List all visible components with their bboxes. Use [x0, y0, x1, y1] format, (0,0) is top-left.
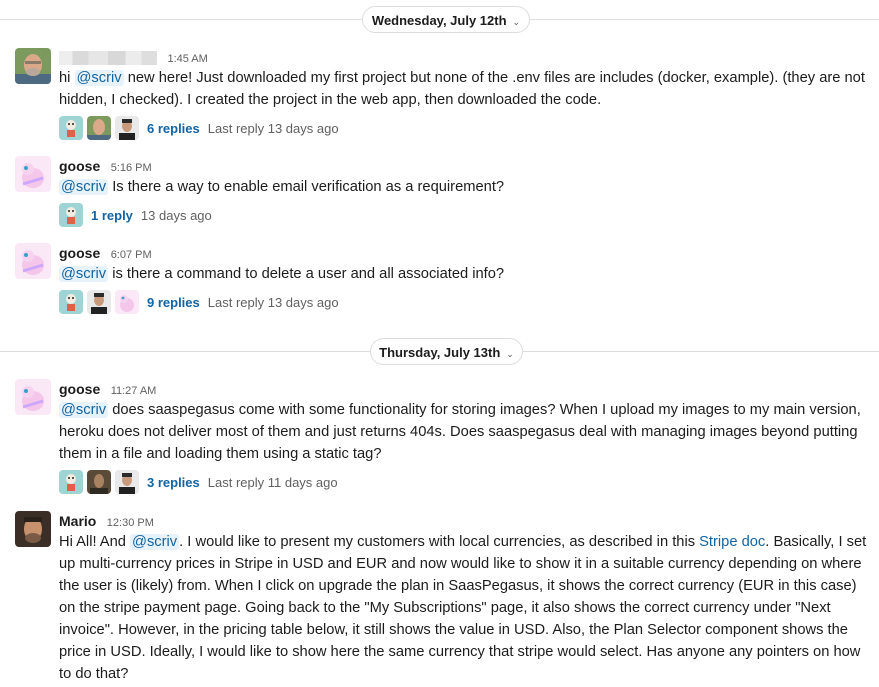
chevron-down-icon: ⌄	[512, 17, 521, 27]
thread-participant-avatar	[115, 116, 139, 140]
user-mention[interactable]: @scriv	[59, 179, 109, 195]
thread-participant-avatar	[59, 203, 83, 227]
message-text-segment: . I would like to present my customers w…	[179, 534, 700, 550]
chevron-down-icon: ⌄	[506, 349, 514, 359]
message-text: Hi All! And @scriv. I would like to pres…	[59, 531, 871, 685]
message-timestamp[interactable]: 6:07 PM	[111, 249, 152, 261]
user-avatar[interactable]	[15, 48, 51, 84]
message-timestamp[interactable]: 1:45 AM	[167, 53, 207, 65]
last-reply-text: Last reply 13 days ago	[207, 294, 339, 310]
thread-participant-avatar	[59, 290, 83, 314]
thread-participant-avatar	[87, 116, 111, 140]
user-mention[interactable]: @scriv	[59, 266, 109, 282]
user-avatar[interactable]	[15, 156, 51, 192]
replies-link[interactable]: 3 replies	[147, 475, 200, 490]
message-text-segment: does saaspegasus come with some function…	[59, 402, 861, 462]
thread-participant-avatar	[115, 290, 139, 314]
message-text: @scriv does saaspegasus come with some f…	[59, 399, 871, 465]
user-avatar[interactable]	[15, 243, 51, 279]
thread-participant-avatar	[87, 470, 111, 494]
message-timestamp[interactable]: 11:27 AM	[111, 385, 157, 397]
author-name[interactable]: goose	[59, 381, 100, 397]
author-name-redacted[interactable]	[59, 50, 157, 65]
user-avatar[interactable]	[15, 379, 51, 415]
message-timestamp[interactable]: 5:16 PM	[111, 162, 152, 174]
message-text-segment: Hi All! And	[59, 534, 131, 550]
message-text-segment: Is there a way to enable email verificat…	[108, 179, 505, 195]
author-name[interactable]: goose	[59, 245, 100, 261]
thread-summary[interactable]: 1 reply 13 days ago	[59, 203, 212, 227]
message-text-segment: new here! Just downloaded my first proje…	[59, 70, 865, 108]
day-label: Wednesday, July 12th	[371, 13, 507, 28]
inline-link[interactable]: Stripe doc	[699, 534, 765, 550]
day-pill-thursday[interactable]: Thursday, July 13th ⌄	[370, 338, 523, 365]
message-timestamp[interactable]: 12:30 PM	[107, 517, 154, 529]
message-text: @scriv Is there a way to enable email ve…	[59, 176, 871, 198]
user-mention[interactable]: @scriv	[59, 402, 109, 418]
message-text-segment: hi	[59, 70, 75, 86]
replies-link[interactable]: 1 reply	[91, 208, 133, 223]
replies-link[interactable]: 9 replies	[147, 295, 200, 310]
last-reply-text: Last reply 11 days ago	[207, 474, 338, 490]
author-name[interactable]: goose	[59, 158, 100, 174]
thread-summary[interactable]: 3 replies Last reply 11 days ago	[59, 470, 338, 494]
thread-summary[interactable]: 6 replies Last reply 13 days ago	[59, 116, 339, 140]
message-text: @scriv is there a command to delete a us…	[59, 263, 871, 285]
message-text: hi @scriv new here! Just downloaded my f…	[59, 67, 871, 111]
day-pill-wednesday[interactable]: Wednesday, July 12th ⌄	[362, 6, 530, 33]
last-reply-text: 13 days ago	[140, 207, 212, 223]
message-text-segment: . Basically, I set up multi-currency pri…	[59, 534, 867, 682]
author-name[interactable]: Mario	[59, 513, 96, 529]
replies-link[interactable]: 6 replies	[147, 121, 200, 136]
thread-participant-avatar	[59, 116, 83, 140]
thread-summary[interactable]: 9 replies Last reply 13 days ago	[59, 290, 339, 314]
thread-participant-avatar	[115, 470, 139, 494]
message-text-segment: is there a command to delete a user and …	[108, 266, 505, 282]
last-reply-text: Last reply 13 days ago	[207, 120, 339, 136]
thread-participant-avatar	[87, 290, 111, 314]
user-mention[interactable]: @scriv	[130, 534, 180, 550]
day-label: Thursday, July 13th	[379, 345, 501, 360]
thread-participant-avatar	[59, 470, 83, 494]
user-avatar[interactable]	[15, 511, 51, 547]
user-mention[interactable]: @scriv	[74, 70, 124, 86]
